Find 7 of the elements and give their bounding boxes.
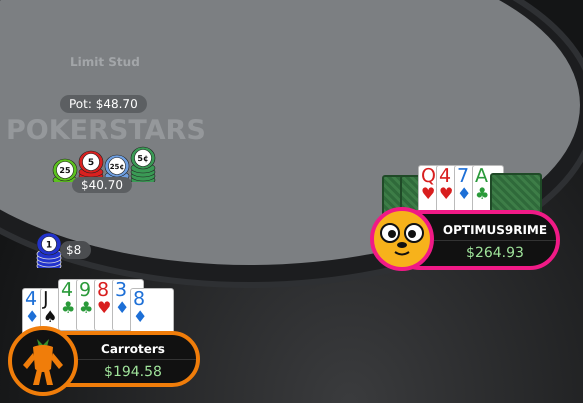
bet-amount: $8: [60, 241, 92, 259]
pot-label: Pot: $48.70: [60, 95, 147, 113]
pot-amount: $40.70: [72, 177, 132, 193]
chip-stack-icon: 25: [52, 158, 78, 182]
player-stack: $194.58: [104, 362, 162, 380]
player-name: OPTIMUS9RIME: [434, 220, 556, 240]
player-stack: $264.93: [466, 244, 524, 260]
